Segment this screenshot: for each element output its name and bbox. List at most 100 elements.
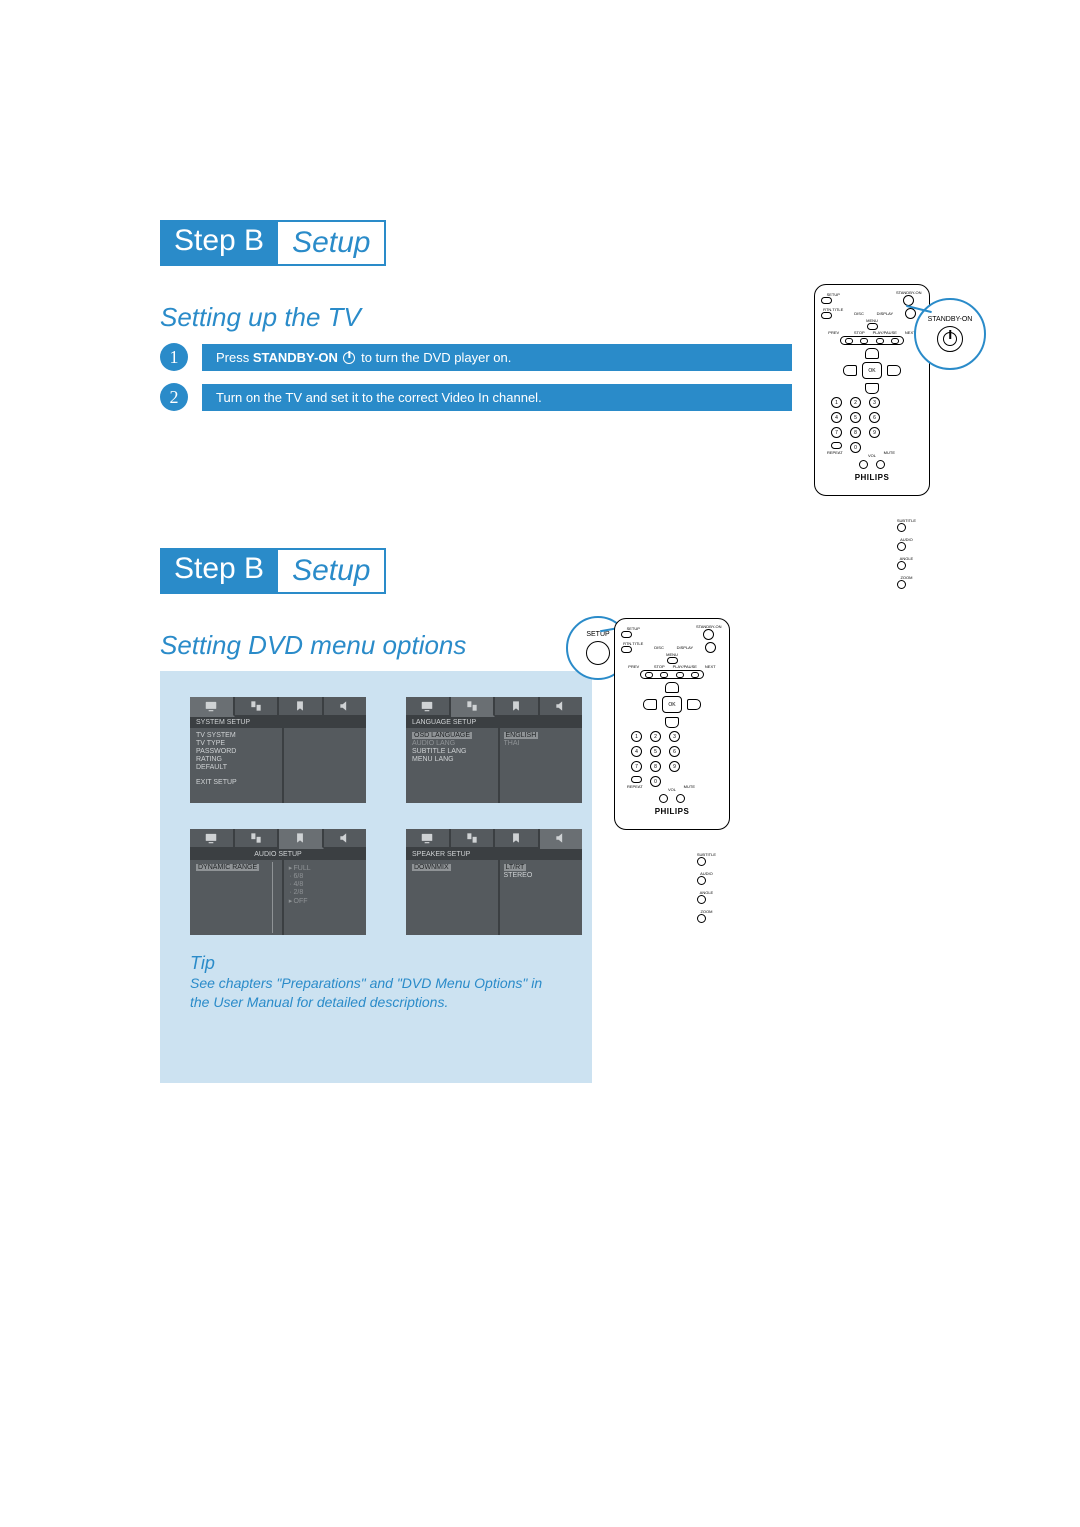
label-menu: MENU bbox=[621, 653, 723, 657]
menu-item: PASSWORD bbox=[196, 748, 278, 755]
tip-body: See chapters "Preparations" and "DVD Men… bbox=[190, 974, 562, 1012]
menu-item: TV SYSTEM bbox=[196, 732, 278, 739]
tab-audio-icon bbox=[495, 697, 540, 717]
tab-lang-icon bbox=[235, 829, 280, 849]
label-mute: MUTE bbox=[884, 451, 895, 455]
label-zoom: ZOOM bbox=[697, 910, 716, 914]
tab-audio-icon bbox=[279, 697, 324, 717]
osd-panel: SYSTEM SETUP TV SYSTEM TV TYPE PASSWORD … bbox=[160, 671, 592, 1083]
label-mute: MUTE bbox=[684, 785, 695, 789]
label-disc: DISC bbox=[847, 312, 871, 316]
label-zoom: ZOOM bbox=[897, 576, 916, 580]
step-heading-2: Step B Setup bbox=[160, 548, 930, 594]
menu-value-selected: LT/RT bbox=[504, 864, 527, 871]
menu-item-selected: DOWNMIX bbox=[412, 864, 451, 871]
osd-banner: SPEAKER SETUP bbox=[406, 849, 582, 860]
menu-value: 4/8 bbox=[294, 881, 304, 888]
menu-value: STEREO bbox=[504, 872, 576, 879]
osd-banner: LANGUAGE SETUP bbox=[406, 717, 582, 728]
label-menu: MENU bbox=[821, 319, 923, 323]
tab-lang-icon bbox=[451, 697, 496, 717]
tab-video-icon bbox=[406, 697, 451, 717]
instruction-text-1: Press STANDBY-ON to turn the DVD player … bbox=[202, 344, 792, 371]
instruction-row-1: 1 Press STANDBY-ON to turn the DVD playe… bbox=[160, 343, 792, 371]
tab-audio-icon bbox=[279, 829, 324, 849]
number-pad: 123 456 789 0 bbox=[631, 731, 680, 787]
tip-heading: Tip bbox=[190, 953, 562, 974]
ok-button: OK bbox=[862, 362, 882, 379]
osd-banner: AUDIO SETUP bbox=[190, 849, 366, 860]
brand-logo: PHILIPS bbox=[621, 807, 723, 816]
tab-video-icon bbox=[406, 829, 451, 849]
menu-item: MENU LANG bbox=[412, 756, 494, 763]
tab-speaker-icon bbox=[324, 829, 367, 849]
tab-audio-icon bbox=[495, 829, 540, 849]
remote-illustration-1: SETUP STANDBY-ON RTN.TITLE DISC DISPLAY … bbox=[814, 284, 930, 496]
osd-system-setup: SYSTEM SETUP TV SYSTEM TV TYPE PASSWORD … bbox=[190, 697, 366, 803]
label-display: DISPLAY bbox=[673, 646, 697, 650]
tab-video-icon bbox=[190, 829, 235, 849]
label-prev: PREV bbox=[621, 665, 647, 669]
menu-item: TV TYPE bbox=[196, 740, 278, 747]
tab-speaker-icon bbox=[540, 829, 583, 849]
power-icon bbox=[943, 332, 957, 346]
osd-speaker-setup: SPEAKER SETUP DOWNMIX LT/RT STEREO bbox=[406, 829, 582, 935]
osd-audio-setup: AUDIO SETUP DYNAMIC RANGE ▸FULL ·6/8 ·4/… bbox=[190, 829, 366, 935]
brand-logo: PHILIPS bbox=[821, 473, 923, 482]
instruction-text-2: Turn on the TV and set it to the correct… bbox=[202, 384, 792, 411]
label-subtitle: SUBTITLE bbox=[697, 853, 716, 857]
remote-illustration-2: SETUP SETUP STANDBY-ON RTN.TITLE DISC DI… bbox=[614, 612, 730, 830]
remote-body: SETUP STANDBY-ON RTN.TITLE DISC DISPLAY … bbox=[614, 618, 730, 830]
instr-suffix: to turn the DVD player on. bbox=[361, 350, 511, 365]
instr-prefix: Press bbox=[216, 350, 253, 365]
menu-value: THAI bbox=[504, 740, 576, 747]
label-rtntitle: RTN.TITLE bbox=[821, 308, 845, 312]
power-icon bbox=[343, 352, 355, 364]
menu-value: OFF bbox=[294, 898, 308, 905]
label-standby: STANDBY-ON bbox=[894, 291, 923, 295]
label-audio: AUDIO bbox=[697, 872, 716, 876]
step-label: Step B bbox=[160, 548, 278, 594]
label-playpause: PLAY/PAUSE bbox=[872, 331, 898, 335]
section-heading-dvd: Setting DVD menu options bbox=[160, 630, 592, 661]
label-disc: DISC bbox=[647, 646, 671, 650]
label-repeat: REPEAT bbox=[827, 451, 843, 455]
osd-language-setup: LANGUAGE SETUP OSD LANGUAGE AUDIO LANG S… bbox=[406, 697, 582, 803]
label-audio: AUDIO bbox=[897, 538, 916, 542]
tab-speaker-icon bbox=[540, 697, 583, 717]
callout-label: STANDBY-ON bbox=[928, 316, 973, 323]
label-angle: ANGLE bbox=[897, 557, 916, 561]
label-rtntitle: RTN.TITLE bbox=[621, 642, 645, 646]
menu-item: DEFAULT bbox=[196, 764, 278, 771]
instr-bold: STANDBY-ON bbox=[253, 350, 338, 365]
label-display: DISPLAY bbox=[873, 312, 897, 316]
menu-item-selected: DYNAMIC RANGE bbox=[196, 864, 259, 871]
tab-lang-icon bbox=[235, 697, 280, 717]
step-number-badge: 2 bbox=[160, 383, 188, 411]
menu-value: 2/8 bbox=[294, 889, 304, 896]
label-subtitle: SUBTITLE bbox=[897, 519, 916, 523]
label-playpause: PLAY/PAUSE bbox=[672, 665, 698, 669]
section-heading-tv: Setting up the TV bbox=[160, 302, 792, 333]
tab-lang-icon bbox=[451, 829, 496, 849]
step-heading-1: Step B Setup bbox=[160, 220, 930, 266]
instruction-row-2: 2 Turn on the TV and set it to the corre… bbox=[160, 383, 792, 411]
menu-value-selected: ENGLISH bbox=[504, 732, 539, 739]
label-prev: PREV bbox=[821, 331, 847, 335]
number-pad: 123 456 789 0 bbox=[831, 397, 880, 453]
menu-item: AUDIO LANG bbox=[412, 740, 494, 747]
instr-text: Turn on the TV and set it to the correct… bbox=[216, 390, 542, 405]
label-stop: STOP bbox=[847, 331, 873, 335]
step-number-badge: 1 bbox=[160, 343, 188, 371]
step-topic: Setup bbox=[278, 220, 386, 266]
menu-item: SUBTITLE LANG bbox=[412, 748, 494, 755]
tab-speaker-icon bbox=[324, 697, 367, 717]
remote-body: SETUP STANDBY-ON RTN.TITLE DISC DISPLAY … bbox=[814, 284, 930, 496]
menu-value: FULL bbox=[294, 865, 311, 872]
label-next: NEXT bbox=[698, 665, 724, 669]
menu-item-selected: OSD LANGUAGE bbox=[412, 732, 472, 739]
label-standby: STANDBY-ON bbox=[694, 625, 723, 629]
label-angle: ANGLE bbox=[697, 891, 716, 895]
menu-item: EXIT SETUP bbox=[196, 779, 278, 786]
label-stop: STOP bbox=[647, 665, 673, 669]
